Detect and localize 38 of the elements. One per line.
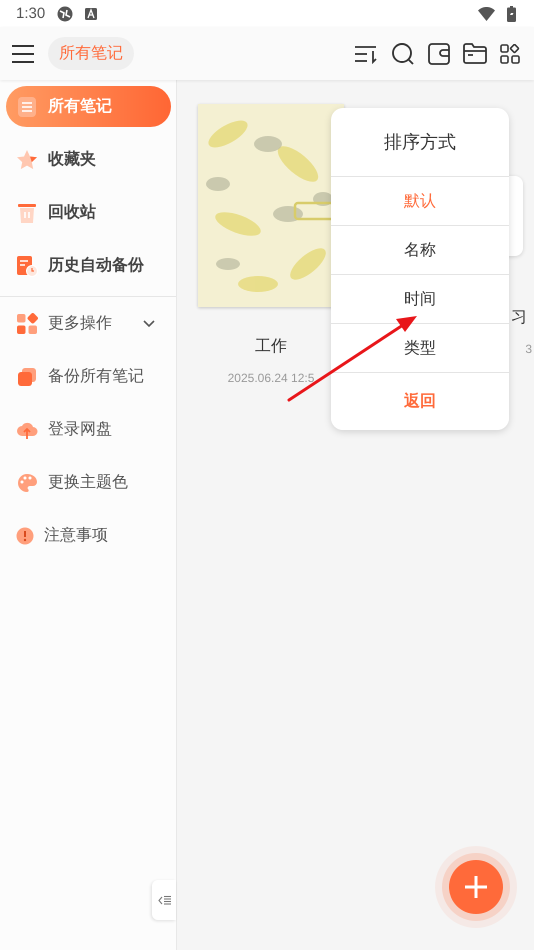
palette-icon: [16, 472, 38, 494]
grid-icon: [16, 312, 38, 334]
collapse-sidebar-button[interactable]: [152, 880, 176, 920]
notebook-title: 工作: [255, 336, 287, 357]
wallet-icon[interactable]: [428, 42, 450, 64]
sidebar-item[interactable]: 注意事项: [6, 515, 171, 556]
status-time: 1:30: [16, 5, 46, 22]
globe-icon: [57, 6, 74, 22]
menu-icon[interactable]: [12, 44, 34, 64]
warning-icon: [16, 526, 34, 544]
battery-icon: [507, 6, 516, 22]
sidebar-item[interactable]: 回收站: [6, 192, 171, 233]
apps-icon[interactable]: [500, 44, 520, 64]
sidebar-item[interactable]: 备份所有笔记: [6, 356, 171, 397]
add-button[interactable]: [449, 860, 503, 914]
wifi-icon: [478, 6, 495, 20]
list-icon: [16, 96, 38, 118]
notebook-date: 3: [525, 342, 532, 356]
plus-icon: [464, 875, 488, 899]
menu-option[interactable]: 时间: [331, 275, 509, 324]
clock-document-icon: [16, 254, 38, 276]
star-icon: [16, 148, 38, 170]
menu-option[interactable]: 名称: [331, 226, 509, 275]
sort-icon[interactable]: [354, 44, 378, 64]
sidebar-item[interactable]: 更换主题色: [6, 462, 171, 503]
notebook-title: 习: [511, 307, 527, 328]
collapse-icon: [158, 894, 170, 906]
search-icon[interactable]: [391, 42, 415, 66]
sidebar-item[interactable]: 登录网盘: [6, 409, 171, 450]
keyboard-icon: [85, 8, 98, 20]
trash-icon: [16, 202, 38, 224]
folder-icon[interactable]: [463, 43, 487, 64]
sidebar-item[interactable]: 收藏夹: [6, 139, 171, 180]
sidebar-item[interactable]: 历史自动备份: [6, 245, 171, 286]
sidebar-item[interactable]: 更多操作: [6, 303, 171, 344]
copy-icon: [16, 366, 38, 388]
menu-option[interactable]: 类型: [331, 324, 509, 373]
notebook-date: 2025.06.24 12:5: [228, 371, 314, 385]
